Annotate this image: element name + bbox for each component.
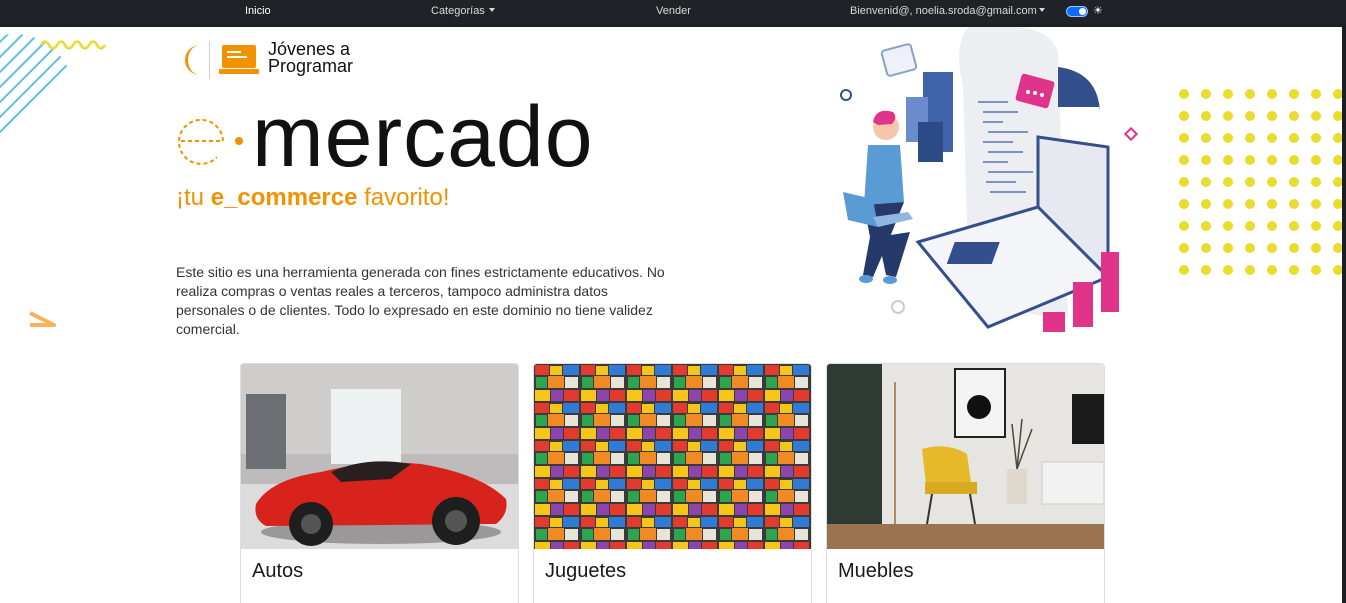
toggle-knob bbox=[1079, 8, 1086, 15]
sun-icon: ☀ bbox=[1093, 5, 1103, 17]
category-title: Autos bbox=[252, 560, 304, 582]
muebles-image bbox=[827, 364, 1104, 549]
hero-tagline: ¡tu e_commerce favorito! bbox=[176, 184, 450, 212]
developer-illustration bbox=[840, 27, 1138, 332]
nav-inicio[interactable]: Inicio bbox=[245, 5, 271, 17]
logo-divider bbox=[209, 41, 210, 79]
tagline-prefix: ¡tu bbox=[176, 184, 211, 211]
orange-triangle-decoration bbox=[29, 311, 56, 327]
nav-categorias-dropdown[interactable]: Categorías bbox=[431, 5, 495, 17]
logo-text: Jóvenes a Programar bbox=[268, 39, 354, 76]
user-menu-label: Bienvenid@, noelia.sroda@gmail.com bbox=[850, 5, 1037, 17]
yellow-wave-decoration bbox=[40, 40, 106, 50]
top-navbar: Inicio Categorías Vender Bienvenid@, noe… bbox=[0, 0, 1346, 24]
nav-vender[interactable]: Vender bbox=[656, 5, 691, 17]
category-card-muebles[interactable]: Muebles bbox=[826, 363, 1105, 603]
tagline-bold: e_commerce bbox=[210, 184, 358, 211]
category-title: Muebles bbox=[838, 560, 914, 582]
chevron-down-icon bbox=[1038, 8, 1045, 12]
user-menu-dropdown[interactable]: Bienvenid@, noelia.sroda@gmail.com bbox=[850, 5, 1045, 17]
nav-categorias-label: Categorías bbox=[431, 5, 485, 17]
hero-description: Este sitio es una herramienta generada c… bbox=[176, 264, 665, 337]
chevron-down-icon bbox=[488, 8, 495, 12]
striped-circle-decoration bbox=[0, 34, 73, 150]
category-card-juguetes[interactable]: Juguetes bbox=[533, 363, 812, 603]
category-card-autos[interactable]: Autos bbox=[240, 363, 519, 603]
autos-image bbox=[241, 364, 518, 549]
category-title: Juguetes bbox=[545, 560, 627, 582]
theme-toggle[interactable] bbox=[1066, 6, 1088, 17]
laptop-logo-icon bbox=[219, 45, 259, 74]
hero-e-mark bbox=[178, 118, 243, 165]
tagline-suffix: favorito! bbox=[357, 184, 450, 211]
page-content: Jóvenes a Programar mercado ¡tu e_commer… bbox=[0, 27, 1342, 603]
juguetes-image bbox=[534, 364, 811, 549]
yellow-dots-decoration bbox=[1176, 85, 1342, 275]
jap-logo-mark bbox=[185, 45, 200, 75]
hero-title: mercado bbox=[252, 89, 594, 185]
window-edge bbox=[1342, 24, 1346, 603]
